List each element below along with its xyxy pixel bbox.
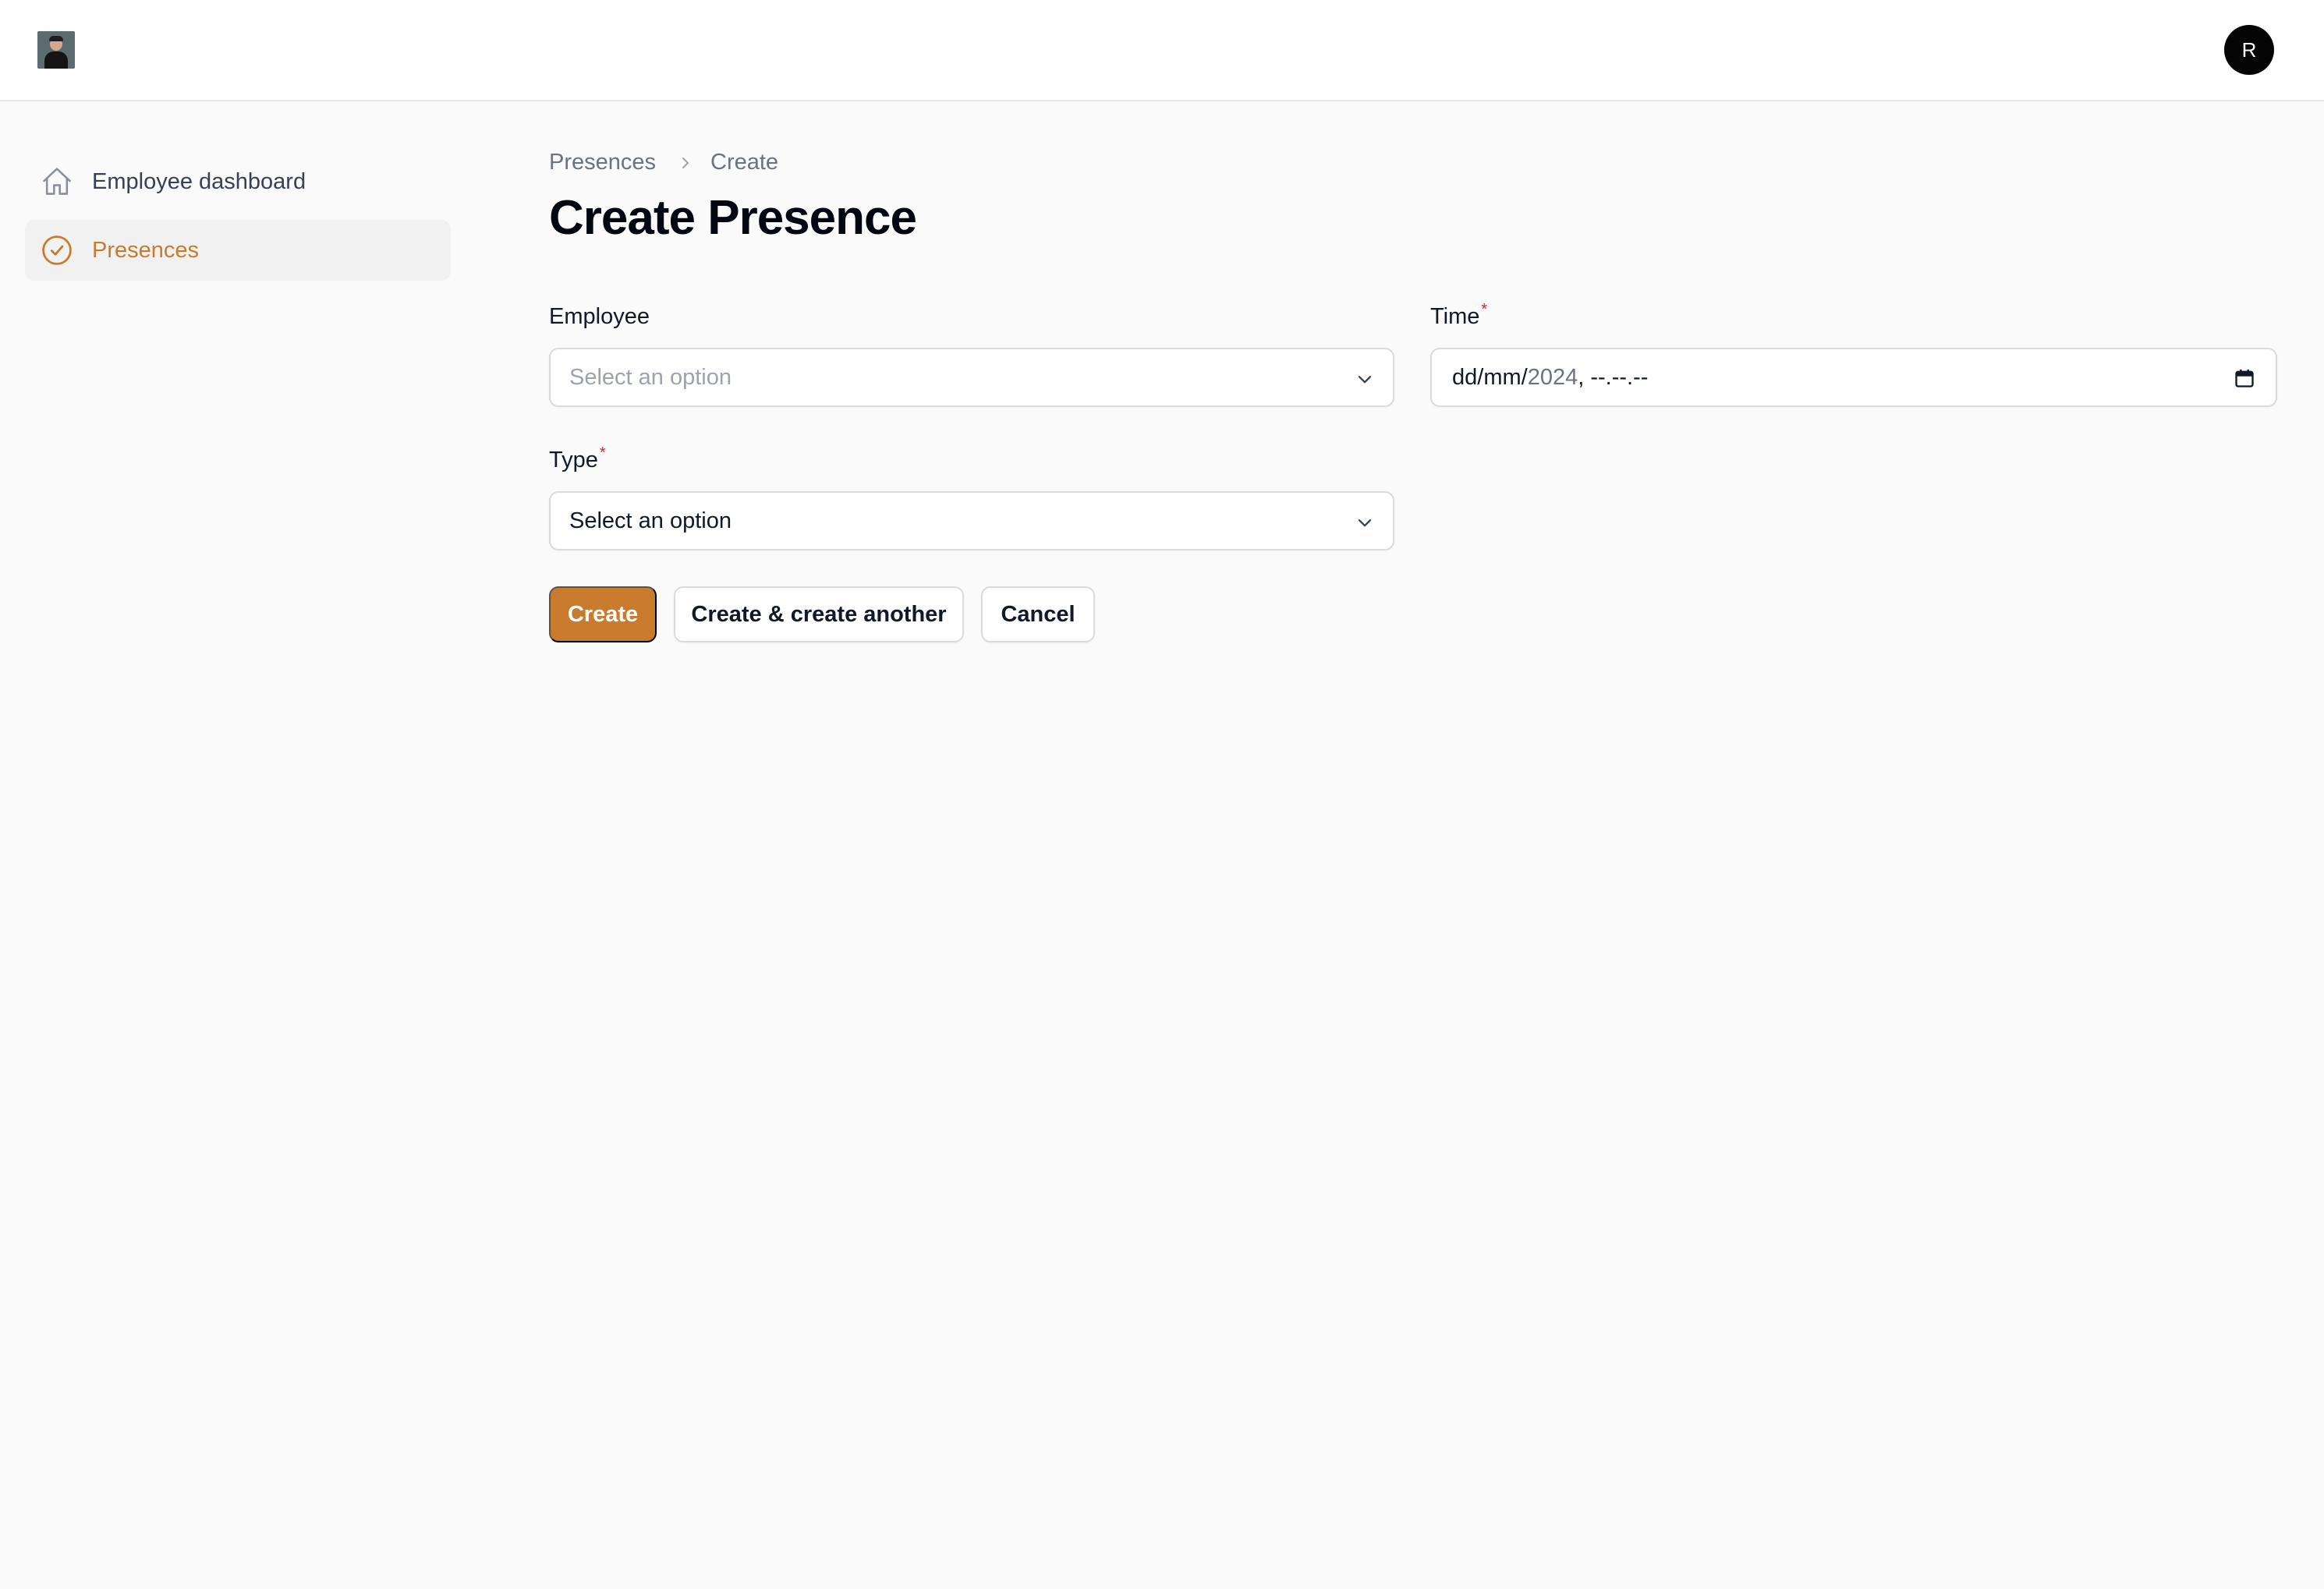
calendar-icon[interactable] [2234, 367, 2255, 395]
time-value-year: 2024 [1527, 364, 1578, 390]
time-label-text: Time [1430, 304, 1480, 329]
chevron-right-icon [678, 155, 693, 171]
breadcrumb-current: Create [710, 150, 779, 175]
required-marker: * [1481, 301, 1488, 318]
top-bar: R [0, 0, 2324, 101]
sidebar-item-label: Employee dashboard [92, 168, 306, 194]
type-select[interactable]: Select an option [549, 491, 1394, 550]
time-value-suffix: , --.--.-- [1578, 364, 1649, 390]
home-icon [39, 164, 75, 200]
chevron-down-icon [1354, 511, 1376, 540]
time-value-prefix: dd/mm/ [1452, 364, 1528, 390]
type-label: Type * [549, 444, 606, 473]
time-label: Time * [1430, 301, 1488, 330]
chevron-down-icon [1354, 368, 1376, 396]
brand-logo[interactable] [37, 31, 75, 69]
logo-figure-body [44, 51, 68, 69]
type-label-text: Type [549, 448, 598, 472]
cancel-button[interactable]: Cancel [981, 586, 1095, 642]
sidebar-item-label: Presences [92, 237, 200, 263]
logo-figure-hair [49, 36, 63, 41]
type-select-value: Select an option [569, 508, 732, 533]
breadcrumb-link-presences[interactable]: Presences [549, 150, 656, 175]
check-circle-icon [39, 232, 75, 268]
employee-label: Employee [549, 304, 650, 330]
create-another-button[interactable]: Create & create another [674, 586, 964, 642]
time-datetime-input[interactable]: dd/mm/2024, --.--.-- [1430, 348, 2277, 407]
employee-select[interactable]: Select an option [549, 348, 1394, 407]
employee-select-placeholder: Select an option [569, 364, 732, 390]
avatar-initial: R [2241, 37, 2257, 62]
user-avatar[interactable]: R [2224, 25, 2274, 75]
employee-label-text: Employee [549, 304, 650, 329]
breadcrumb: Presences Create [549, 150, 778, 175]
sidebar-item-employee-dashboard[interactable]: Employee dashboard [25, 151, 451, 212]
required-marker: * [599, 444, 606, 462]
create-button[interactable]: Create [549, 586, 657, 642]
sidebar-item-presences[interactable]: Presences [25, 220, 451, 281]
page-title: Create Presence [549, 191, 917, 245]
sidebar: Employee dashboard Presences [25, 151, 451, 288]
